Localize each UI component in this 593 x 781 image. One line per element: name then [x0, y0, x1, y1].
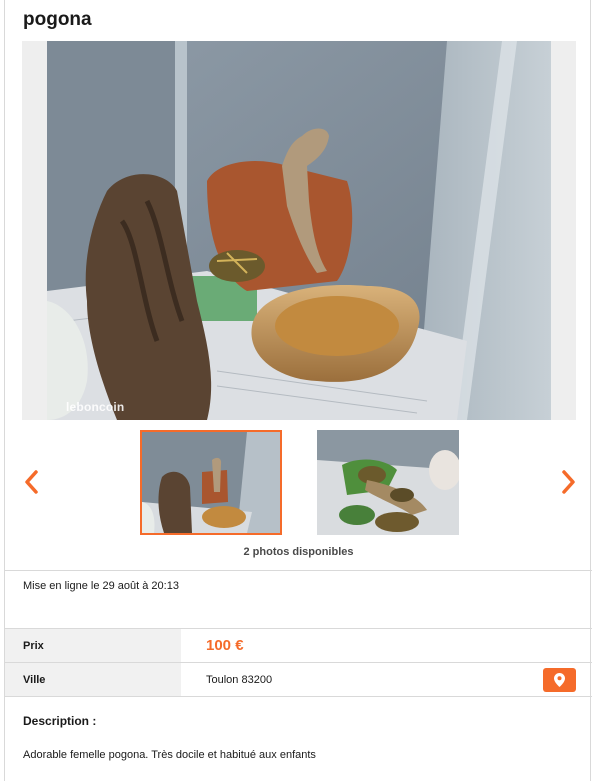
city-label: Ville: [5, 663, 181, 697]
city-value: Toulon 83200: [206, 674, 273, 686]
price-label: Prix: [5, 629, 181, 663]
previous-photo-button[interactable]: [21, 469, 43, 495]
price-row: Prix 100 €: [5, 629, 592, 663]
description-text: Adorable femelle pogona. Très docile et …: [23, 749, 316, 761]
ad-card: pogona leboncoin 2 photos disponibles Mi…: [4, 0, 592, 781]
watermark-text: leboncoin: [66, 400, 125, 414]
price-value: 100 €: [206, 637, 244, 654]
next-photo-button[interactable]: [557, 469, 579, 495]
divider: [5, 696, 592, 697]
city-row: Ville Toulon 83200: [5, 663, 592, 697]
description-heading: Description :: [23, 714, 97, 728]
photo-count: 2 photos disponibles: [243, 546, 354, 558]
ad-title: pogona: [23, 9, 92, 30]
map-button[interactable]: [543, 668, 576, 692]
chevron-right-icon: [562, 470, 575, 494]
main-photo[interactable]: [47, 41, 551, 420]
divider: [5, 570, 592, 571]
main-photo-frame: leboncoin: [22, 41, 576, 420]
thumbnail-1[interactable]: [140, 430, 282, 535]
chevron-left-icon: [25, 470, 38, 494]
thumbnail-2[interactable]: [317, 430, 459, 535]
posted-date: Mise en ligne le 29 août à 20:13: [23, 580, 179, 592]
map-pin-icon: [554, 673, 565, 687]
